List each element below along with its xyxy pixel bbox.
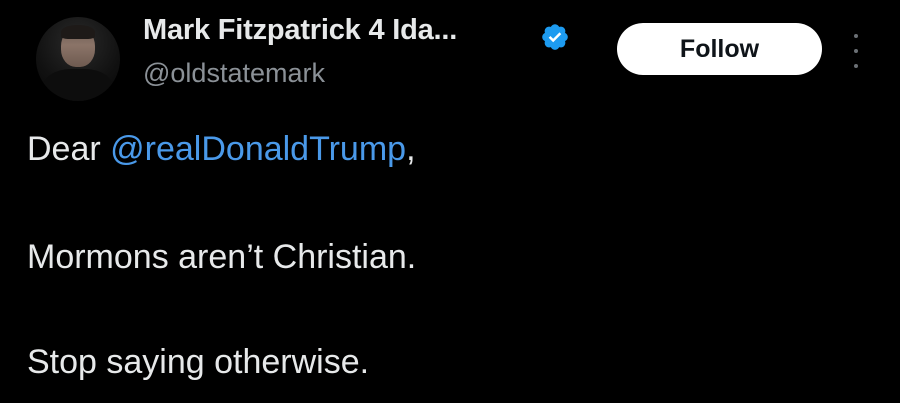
more-dot bbox=[854, 34, 858, 38]
tweet-line-statement: Mormons aren’t Christian. bbox=[27, 238, 417, 276]
avatar[interactable] bbox=[36, 17, 120, 101]
tweet-line-greeting: Dear @realDonaldTrump, bbox=[27, 130, 416, 169]
more-dot bbox=[854, 64, 858, 68]
tweet: Mark Fitzpatrick 4 Ida... @oldstatemark … bbox=[0, 0, 900, 403]
greeting-prefix: Dear bbox=[27, 130, 111, 168]
greeting-suffix: , bbox=[406, 130, 416, 168]
avatar-hair bbox=[61, 25, 95, 39]
more-dot bbox=[854, 49, 858, 53]
verified-badge-icon bbox=[542, 24, 568, 50]
more-options-icon[interactable] bbox=[846, 34, 866, 68]
author-handle[interactable]: @oldstatemark bbox=[143, 58, 325, 89]
author-display-name[interactable]: Mark Fitzpatrick 4 Ida... bbox=[143, 14, 457, 47]
follow-button[interactable]: Follow bbox=[617, 23, 822, 75]
tweet-line-closing: Stop saying otherwise. bbox=[27, 343, 370, 381]
mention-link[interactable]: @realDonaldTrump bbox=[110, 130, 406, 168]
avatar-shoulders bbox=[42, 69, 114, 101]
